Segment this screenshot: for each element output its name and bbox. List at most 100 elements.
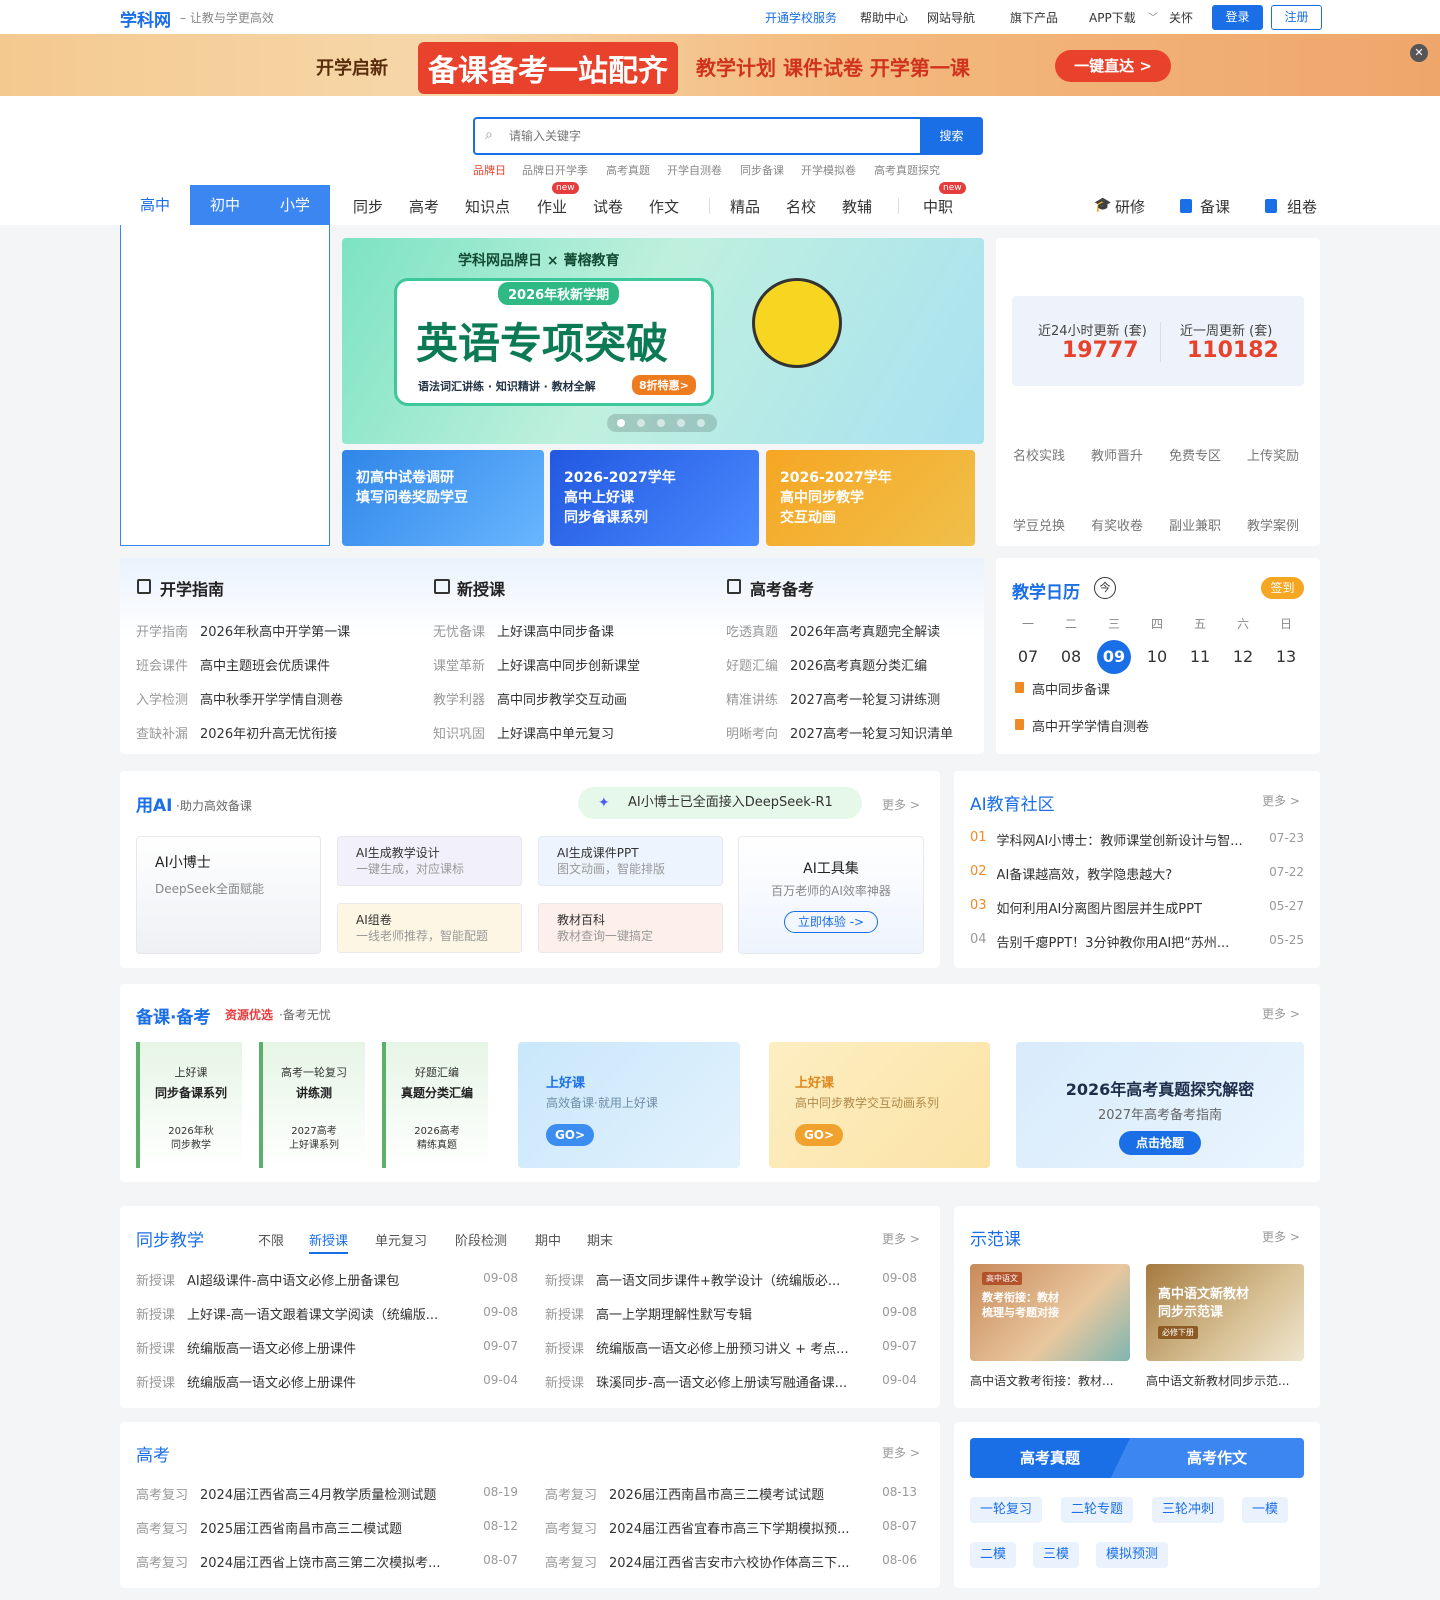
chip-mock-3[interactable]: 三模 [1033, 1542, 1080, 1568]
nav-famous-schools[interactable]: 名校 [786, 196, 816, 217]
ai-doctor-tile[interactable]: AI小博士 DeepSeek全面赋能 [136, 836, 321, 954]
care-mode-link[interactable]: 关怀 [1169, 9, 1193, 26]
nav-lesson-prep[interactable]: 备课 [1200, 196, 1230, 217]
nav-vocational[interactable]: 中职 [923, 196, 953, 217]
nav-essay[interactable]: 作文 [649, 196, 679, 217]
chip-second-review[interactable]: 二轮专题 [1061, 1497, 1134, 1523]
chip-mock-1[interactable]: 一模 [1242, 1497, 1289, 1523]
stage-tab-primary[interactable]: 小学 [260, 185, 330, 225]
hot-keyword[interactable]: 高考真题 [606, 162, 650, 178]
sub-banner-sync-prep[interactable]: 2026-2027学年 高中上好课 同步备课系列 [550, 450, 759, 546]
nav-training[interactable]: 研修 [1115, 196, 1145, 217]
tab-new-lesson[interactable]: 新授课 [309, 1230, 349, 1254]
list-item[interactable]: 高考复习 2026届江西南昌市高三二模考试试题 08-13 [545, 1484, 917, 1503]
list-item[interactable]: 课堂革新 上好课高中同步创新课堂 [433, 650, 713, 684]
list-item[interactable]: 02 AI备课越高效，教学隐患越大? 07-22 [970, 864, 1304, 883]
list-item[interactable]: 高考复习 2024届江西省高三4月教学质量检测试题 08-19 [136, 1484, 518, 1503]
ai-textbook-tile[interactable]: 教材百科 教材查询一键搞定 [538, 903, 723, 953]
ai-lesson-design-tile[interactable]: AI生成教学设计 一键生成，对应课标 [337, 836, 522, 886]
shanghaoke-card[interactable]: 上好课 高效备课·就用上好课 GO> [518, 1042, 740, 1168]
tab-all[interactable]: 不限 [258, 1230, 284, 1249]
go-button[interactable]: GO> [795, 1124, 843, 1146]
animation-card[interactable]: 上好课 高中同步教学交互动画系列 GO> [769, 1042, 990, 1168]
book-real-exams[interactable]: 好题汇编 真题分类汇编 2026高考 精练真题 [382, 1042, 488, 1168]
school-service-link[interactable]: 开通学校服务 [765, 9, 837, 26]
list-item[interactable]: 精准讲练 2027高考一轮复习讲练测 [726, 684, 984, 718]
grab-questions-button[interactable]: 点击抢题 [1119, 1131, 1201, 1155]
calendar-event[interactable]: 高中同步备课 [1032, 679, 1110, 698]
list-item[interactable]: 无忧备课 上好课高中同步备课 [433, 616, 713, 650]
hot-keyword[interactable]: 高考真题探究 [874, 162, 940, 178]
carousel-dots[interactable] [607, 414, 717, 432]
nav-knowledge[interactable]: 知识点 [465, 196, 510, 217]
go-button[interactable]: GO> [546, 1124, 594, 1146]
list-item[interactable]: 查缺补漏 2026年初升高无忧衔接 [136, 718, 426, 752]
gaokao-explore-card[interactable]: 2026年高考真题探究解密 2027年高考备考指南 点击抢题 [1016, 1042, 1304, 1168]
list-item[interactable]: 高考复习 2024届江西省吉安市六校协作体高三下... 08-06 [545, 1552, 917, 1571]
book-review[interactable]: 高考一轮复习 讲练测 2027高考 上好课系列 [259, 1042, 365, 1168]
tab-unit-review[interactable]: 单元复习 [375, 1230, 427, 1249]
chip-first-review[interactable]: 一轮复习 [970, 1497, 1043, 1523]
today-button[interactable]: 今 [1094, 577, 1116, 599]
nav-build-paper[interactable]: 组卷 [1287, 196, 1317, 217]
quick-link[interactable]: 上传奖励 [1247, 445, 1299, 464]
list-item[interactable]: 吃透真题 2026年高考真题完全解读 [726, 616, 984, 650]
list-item[interactable]: 新授课 上好课-高一语文跟着课文学阅读（统编版... 09-08 [136, 1304, 518, 1323]
list-item[interactable]: 新授课 统编版高一语文必修上册课件 09-04 [136, 1372, 518, 1391]
demo-thumbnail[interactable]: 高中语文新教材 同步示范课 必修下册 [1146, 1264, 1304, 1361]
quick-link[interactable]: 有奖收卷 [1091, 515, 1143, 534]
list-item[interactable]: 新授课 珠溪同步-高一语文必修上册读写融通备课... 09-04 [545, 1372, 917, 1391]
ai-paper-tile[interactable]: AI组卷 一线老师推荐，智能配题 [337, 903, 522, 953]
list-item[interactable]: 班会课件 高中主题班会优质课件 [136, 650, 426, 684]
search-button[interactable]: 搜索 [920, 117, 983, 155]
deepseek-pill[interactable]: AI小博士已全面接入DeepSeek-R1 [578, 787, 862, 819]
list-item[interactable]: 教学利器 高中同步教学交互动画 [433, 684, 713, 718]
hot-keyword[interactable]: 开学模拟卷 [801, 162, 856, 178]
calendar-date-selected[interactable]: 09 [1097, 640, 1131, 674]
calendar-date[interactable]: 11 [1183, 640, 1217, 674]
ai-tools-tile[interactable]: AI工具集 百万老师的AI效率神器 立即体验 -> [738, 836, 924, 954]
search-input[interactable] [509, 123, 909, 149]
list-item[interactable]: 高考复习 2025届江西省南昌市高三二模试题 08-12 [136, 1518, 518, 1537]
carousel-dot[interactable] [697, 419, 705, 427]
quick-link[interactable]: 副业兼职 [1169, 515, 1221, 534]
prep-more-link[interactable]: 更多 > [1262, 1005, 1300, 1022]
quick-link[interactable]: 名校实践 [1013, 445, 1065, 464]
help-link[interactable]: 帮助中心 [860, 9, 908, 26]
nav-papers[interactable]: 试卷 [593, 196, 623, 217]
carousel-dot[interactable] [637, 419, 645, 427]
quick-link[interactable]: 教师晋升 [1091, 445, 1143, 464]
gaokao-more-link[interactable]: 更多 > [882, 1444, 920, 1461]
quick-link[interactable]: 教学案例 [1247, 515, 1299, 534]
list-item[interactable]: 新授课 高一上学期理解性默写专辑 09-08 [545, 1304, 917, 1323]
nav-premium[interactable]: 精品 [730, 196, 760, 217]
list-item[interactable]: 04 告别千瘪PPT！3分钟教你用AI把“苏州... 05-25 [970, 932, 1304, 951]
banner-discount[interactable]: 8折特惠> [632, 375, 696, 395]
tab-real-exams[interactable]: 高考真题 [970, 1438, 1130, 1478]
demo-more-link[interactable]: 更多 > [1262, 1228, 1300, 1245]
nav-homework[interactable]: 作业 [537, 196, 567, 217]
list-item[interactable]: 03 如何利用AI分离图片图层并生成PPT 05-27 [970, 898, 1304, 917]
calendar-date[interactable]: 07 [1011, 640, 1045, 674]
community-more-link[interactable]: 更多 > [1262, 792, 1300, 809]
promo-cta-button[interactable]: 一键直达 > [1055, 50, 1171, 82]
hot-keyword-brand[interactable]: 品牌日 [473, 162, 506, 178]
nav-gaokao[interactable]: 高考 [409, 196, 439, 217]
list-item[interactable]: 新授课 统编版高一语文必修上册预习讲义 + 考点... 09-07 [545, 1338, 917, 1357]
list-item[interactable]: 新授课 高一语文同步课件+教学设计（统编版必... 09-08 [545, 1270, 917, 1289]
hot-keyword[interactable]: 品牌日开学季 [522, 162, 588, 178]
demo-thumbnail[interactable]: 高中语文 教考衔接：教材 梳理与考题对接 [970, 1264, 1130, 1361]
checkin-button[interactable]: 签到 [1261, 577, 1304, 599]
ai-more-link[interactable]: 更多 > [882, 796, 920, 813]
book-sync-prep[interactable]: 上好课 同步备课系列 2026年秋 同步教学 [136, 1042, 242, 1168]
calendar-date[interactable]: 12 [1226, 640, 1260, 674]
nav-materials[interactable]: 教辅 [842, 196, 872, 217]
nav-sync[interactable]: 同步 [353, 196, 383, 217]
chip-third-sprint[interactable]: 三轮冲刺 [1152, 1497, 1225, 1523]
list-item[interactable]: 新授课 统编版高一语文必修上册课件 09-07 [136, 1338, 518, 1357]
quick-link[interactable]: 免费专区 [1169, 445, 1221, 464]
tab-stage-test[interactable]: 阶段检测 [455, 1230, 507, 1249]
list-item[interactable]: 开学指南 2026年秋高中开学第一课 [136, 616, 426, 650]
carousel-dot[interactable] [677, 419, 685, 427]
hot-keyword[interactable]: 同步备课 [740, 162, 784, 178]
